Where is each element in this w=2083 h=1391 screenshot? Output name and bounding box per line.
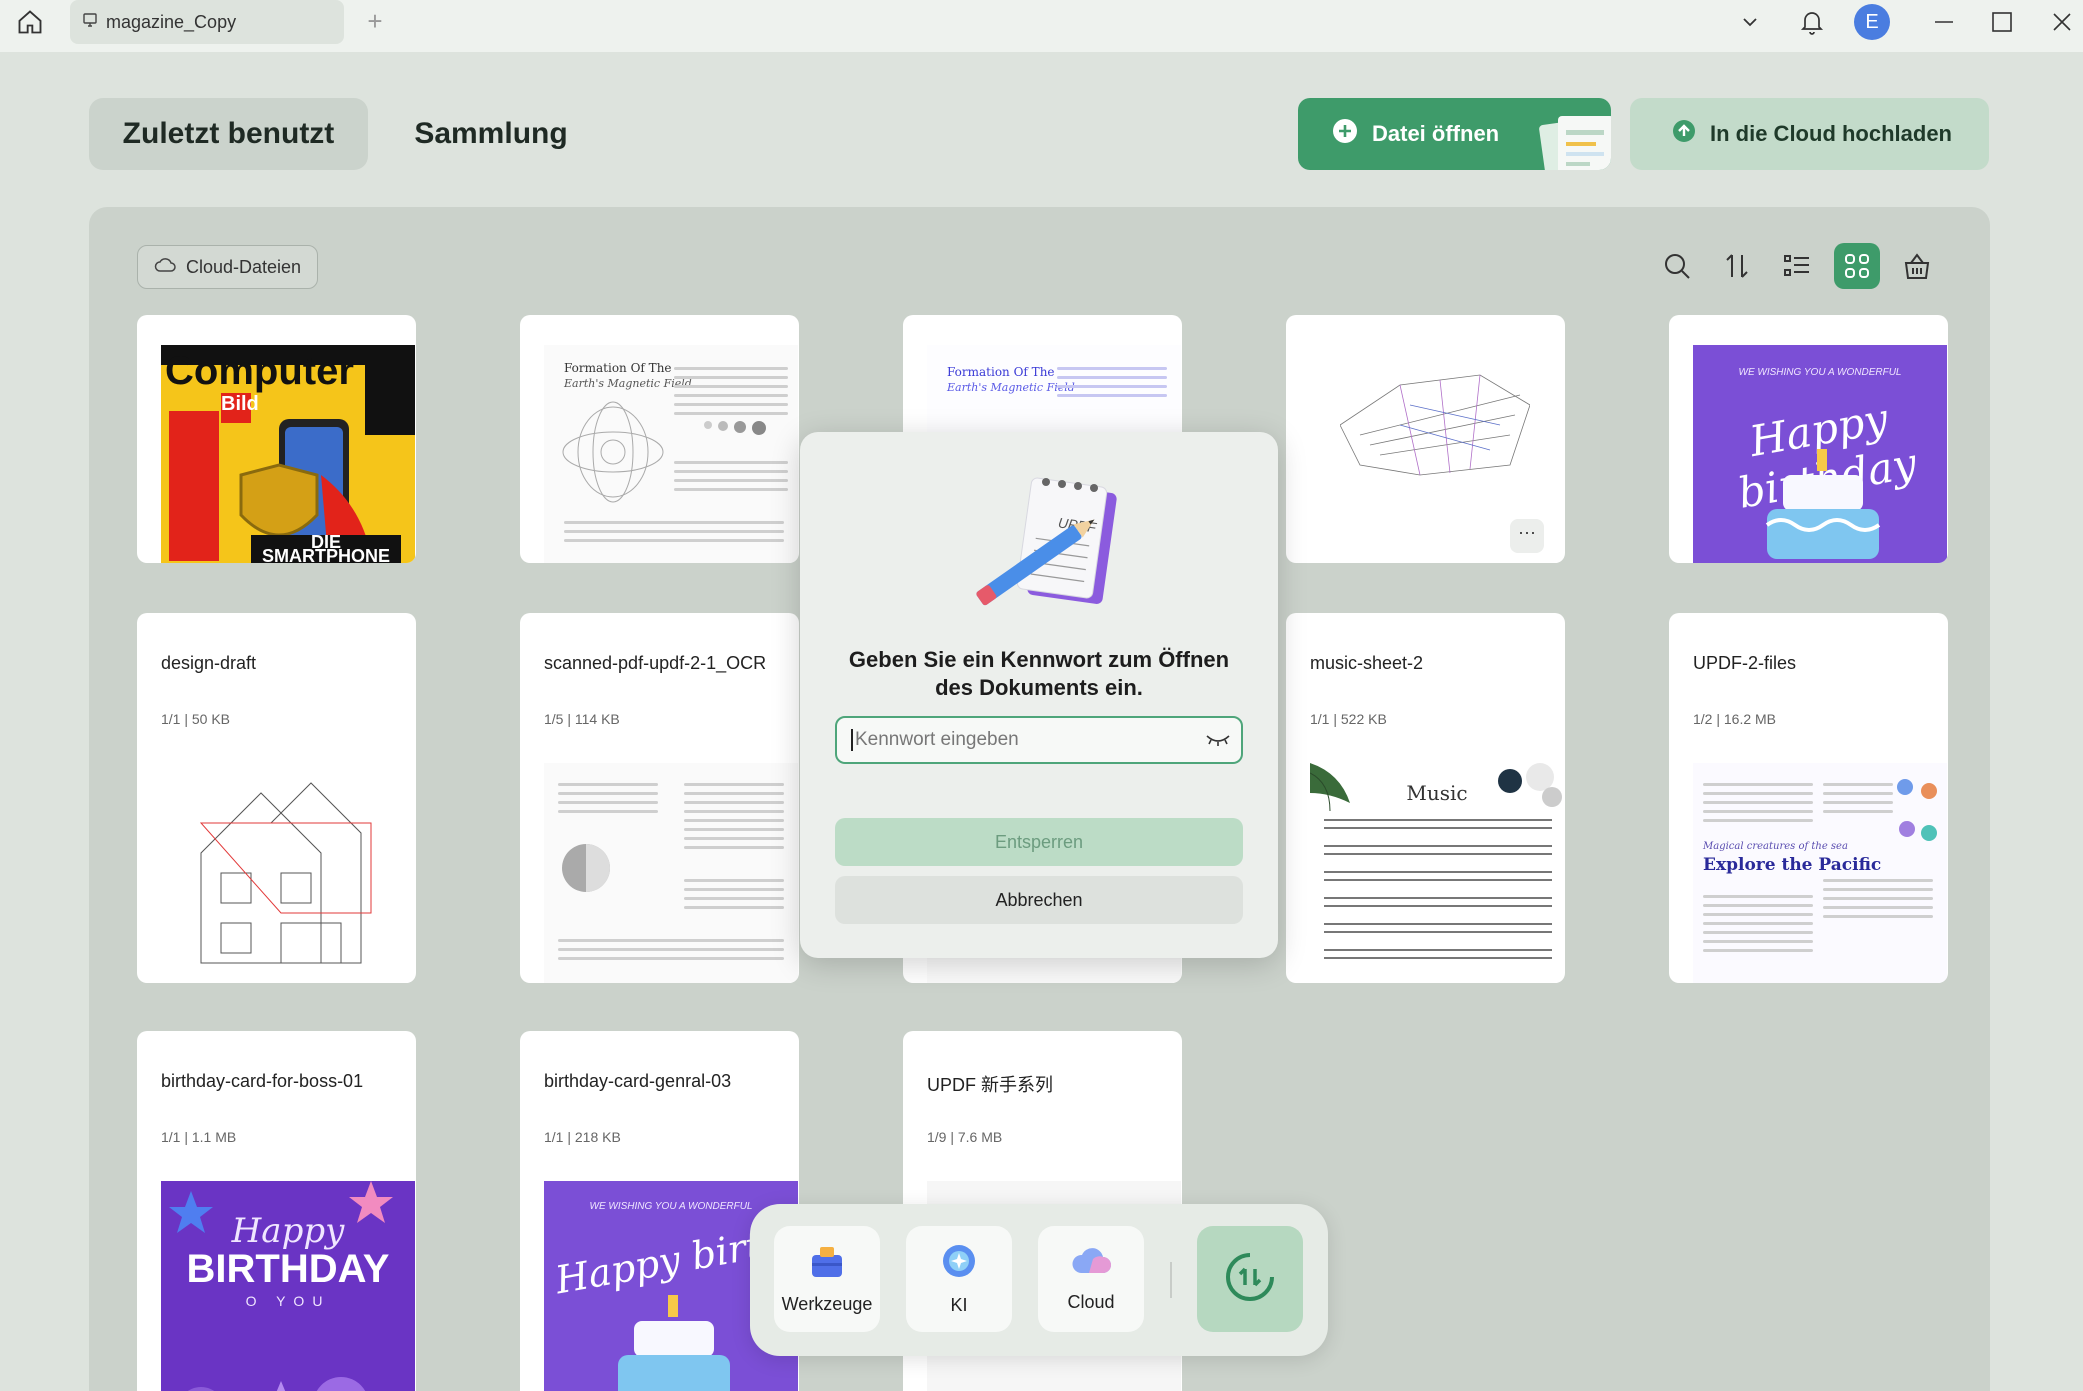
notepad-pencil-icon: UPDF	[956, 468, 1126, 623]
file-thumbnail: Computer Bild DIE SMARTPHONE	[161, 345, 415, 563]
cloud-files-label: Cloud-Dateien	[186, 256, 302, 277]
maximize-icon[interactable]	[1984, 0, 2020, 44]
sort-icon[interactable]	[1714, 243, 1760, 289]
open-file-button[interactable]: Datei öffnen	[1298, 98, 1611, 170]
tools-button[interactable]: Werkzeuge	[774, 1226, 880, 1332]
file-title: UPDF 新手系列	[927, 1075, 1053, 1095]
file-thumbnail: ···	[1310, 345, 1564, 563]
magazine-title: Computer	[165, 349, 354, 393]
file-card-birthday-top[interactable]: WE WISHING YOU A WONDERFUL Happy birthda…	[1669, 315, 1948, 563]
document-tab[interactable]: magazine_Copy	[70, 0, 344, 44]
file-meta: 1/1 | 522 KB	[1310, 711, 1387, 727]
tab-recent[interactable]: Zuletzt benutzt	[89, 98, 368, 170]
file-title: birthday-card-for-boss-01	[161, 1071, 364, 1091]
file-title: music-sheet-2	[1310, 653, 1424, 673]
bottom-dock: Werkzeuge KI Cloud	[750, 1204, 1328, 1356]
file-card-music-sheet[interactable]: music-sheet-2 1/1 | 522 KB Music	[1286, 613, 1565, 983]
file-card-magnetic-field-1[interactable]: Formation Of The Earth's Magnetic Field	[520, 315, 799, 563]
cancel-button[interactable]: Abbrechen	[835, 876, 1243, 924]
ai-label: KI	[950, 1295, 968, 1315]
new-tab-plus-icon[interactable]: +	[362, 8, 388, 34]
file-thumbnail	[544, 763, 798, 983]
upload-cloud-button[interactable]: In die Cloud hochladen	[1630, 98, 1989, 170]
ai-button[interactable]: KI	[906, 1226, 1012, 1332]
file-thumbnail: Music	[1310, 763, 1564, 983]
basket-icon[interactable]	[1894, 243, 1940, 289]
ai-sparkle-icon	[940, 1242, 978, 1285]
cloud-button[interactable]: Cloud	[1038, 1226, 1144, 1332]
grid-view-icon[interactable]	[1834, 243, 1880, 289]
convert-button[interactable]	[1197, 1226, 1303, 1332]
file-card-site-plan[interactable]: ···	[1286, 315, 1565, 563]
cloud-icon	[154, 257, 176, 278]
dialog-title: Geben Sie ein Kennwort zum Öffnen des Do…	[848, 647, 1230, 700]
title-bar: magazine_Copy + E	[0, 0, 2083, 52]
file-card-scanned-ocr[interactable]: scanned-pdf-updf-2-1_OCR 1/5 | 114 KB	[520, 613, 799, 983]
file-meta: 1/2 | 16.2 MB	[1693, 711, 1777, 727]
home-icon[interactable]	[14, 6, 46, 38]
file-meta: 1/1 | 1.1 MB	[161, 1129, 237, 1145]
file-card-computer-bild[interactable]: Computer Bild DIE SMARTPHONE	[137, 315, 416, 563]
search-icon[interactable]	[1654, 243, 1700, 289]
file-meta: 1/1 | 50 KB	[161, 711, 231, 727]
file-thumbnail	[161, 763, 415, 983]
list-view-icon[interactable]	[1774, 243, 1820, 289]
file-title: birthday-card-genral-03	[544, 1071, 732, 1091]
password-input[interactable]: Kennwort eingeben	[835, 716, 1243, 764]
toolbox-icon	[808, 1243, 846, 1284]
user-avatar[interactable]: E	[1852, 0, 1892, 44]
dock-divider	[1170, 1262, 1172, 1298]
unlock-button[interactable]: Entsperren	[835, 818, 1243, 866]
documents-illustration-icon	[1536, 108, 1611, 170]
file-meta: 1/5 | 114 KB	[544, 711, 620, 727]
document-icon	[82, 12, 98, 33]
tab-label: magazine_Copy	[106, 11, 237, 32]
tools-label: Werkzeuge	[781, 1294, 873, 1314]
more-options-button[interactable]: ···	[1510, 519, 1544, 553]
file-title: scanned-pdf-updf-2-1_OCR	[544, 653, 767, 673]
cloud-color-icon	[1069, 1245, 1113, 1282]
chevron-down-icon[interactable]	[1732, 0, 1768, 44]
file-thumbnail: WE WISHING YOU A WONDERFUL Happy birthda…	[1693, 345, 1947, 563]
text-cursor	[851, 729, 853, 751]
file-thumbnail: Formation Of The Earth's Magnetic Field	[544, 345, 798, 563]
upload-cloud-label: In die Cloud hochladen	[1710, 121, 1952, 146]
open-file-label: Datei öffnen	[1372, 121, 1500, 146]
cloud-label: Cloud	[1067, 1292, 1115, 1312]
eye-closed-icon[interactable]	[1205, 730, 1231, 756]
file-meta: 1/9 | 7.6 MB	[927, 1129, 1003, 1145]
file-title: design-draft	[161, 653, 257, 673]
password-dialog: UPDF Geben Sie ein Kennwort zum Öffnen d…	[800, 432, 1278, 958]
file-thumbnail: Happy BIRTHDAY O YOU	[161, 1181, 415, 1391]
close-icon[interactable]	[2046, 0, 2078, 44]
file-card-birthday-boss[interactable]: birthday-card-for-boss-01 1/1 | 1.1 MB H…	[137, 1031, 416, 1391]
plus-circle-icon	[1332, 118, 1358, 150]
tab-collection[interactable]: Sammlung	[398, 98, 584, 170]
file-title: UPDF-2-files	[1693, 653, 1797, 673]
minimize-icon[interactable]	[1926, 0, 1962, 44]
convert-icon	[1220, 1247, 1280, 1312]
file-thumbnail: Magical creatures of the sea Explore the…	[1693, 763, 1947, 983]
upload-arrow-icon	[1672, 119, 1696, 149]
bell-icon[interactable]	[1794, 0, 1830, 44]
file-card-design-draft[interactable]: design-draft 1/1 | 50 KB	[137, 613, 416, 983]
file-meta: 1/1 | 218 KB	[544, 1129, 621, 1145]
password-placeholder: Kennwort eingeben	[855, 729, 1019, 750]
file-card-updf-2-files[interactable]: UPDF-2-files 1/2 | 16.2 MB Magical creat…	[1669, 613, 1948, 983]
cloud-files-filter[interactable]: Cloud-Dateien	[137, 245, 319, 289]
